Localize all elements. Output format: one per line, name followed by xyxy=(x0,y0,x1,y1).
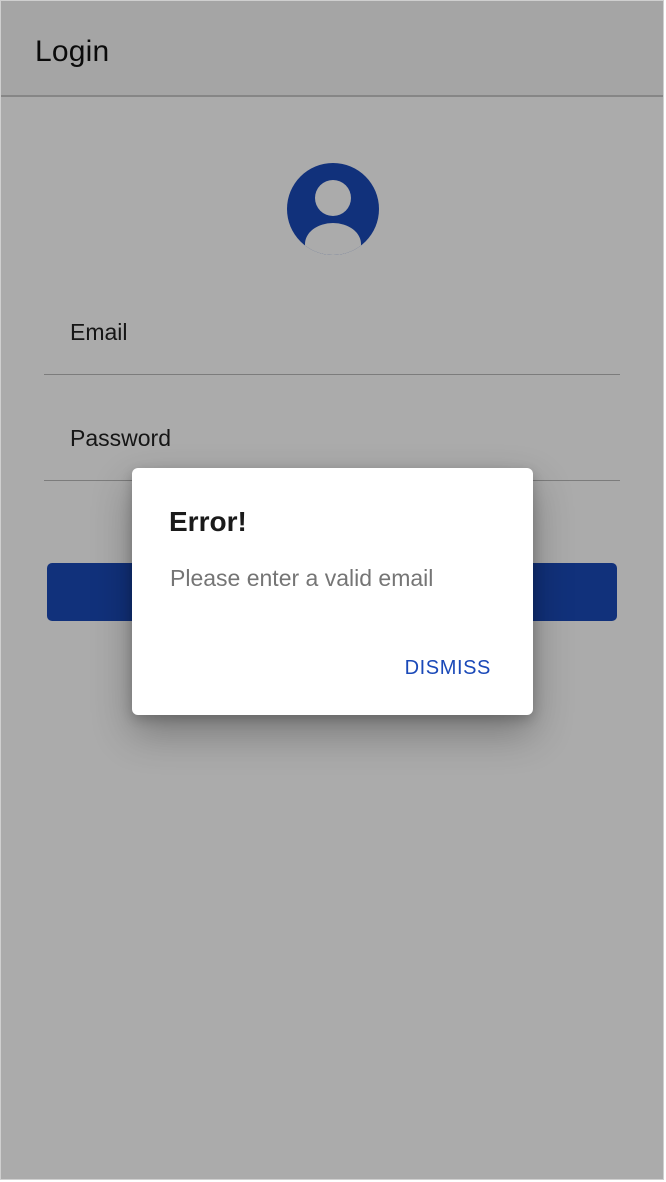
error-dialog: Error! Please enter a valid email DISMIS… xyxy=(132,468,533,715)
dismiss-button[interactable]: DISMISS xyxy=(405,657,491,680)
dialog-message: Please enter a valid email xyxy=(170,565,434,591)
app-screen: Login Email Password Error! Please enter… xyxy=(0,0,664,1180)
dialog-title: Error! xyxy=(169,506,247,537)
